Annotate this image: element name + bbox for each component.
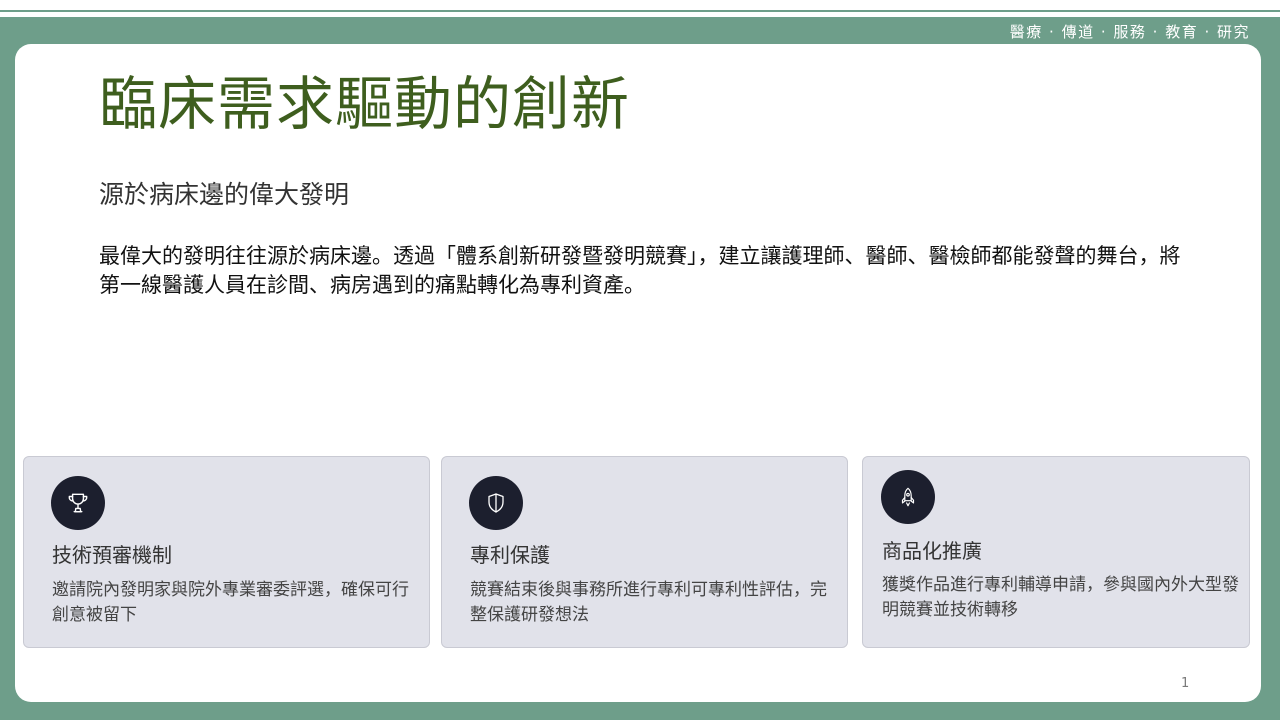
header-tagline: 醫療 · 傳道 · 服務 · 教育 · 研究 <box>1009 23 1250 41</box>
card-title: 商品化推廣 <box>882 539 982 563</box>
shield-icon <box>469 476 523 530</box>
trophy-icon <box>51 476 105 530</box>
card-description: 獲獎作品進行專利輔導申請，參與國內外大型發明競賽並技術轉移 <box>882 575 1239 620</box>
top-band <box>0 0 1280 17</box>
slide-title: 臨床需求驅動的創新 <box>99 70 631 138</box>
card-description: 競賽結束後與事務所進行專利可專利性評估，完整保護研發想法 <box>470 580 827 625</box>
feature-card-review: 技術預審機制 邀請院內發明家與院外專業審委評選，確保可行創意被留下 <box>23 456 430 648</box>
slide-body: 最偉大的發明往往源於病床邊。透過「體系創新研發暨發明競賽」，建立讓護理師、醫師、… <box>99 244 1181 297</box>
rocket-icon <box>881 470 935 524</box>
feature-card-patent: 專利保護 競賽結束後與事務所進行專利可專利性評估，完整保護研發想法 <box>441 456 848 648</box>
card-description: 邀請院內發明家與院外專業審委評選，確保可行創意被留下 <box>52 580 409 625</box>
slide-subtitle: 源於病床邊的偉大發明 <box>99 180 350 209</box>
card-title: 技術預審機制 <box>52 543 172 567</box>
top-rule <box>0 10 1280 12</box>
slide-panel: 臨床需求驅動的創新 源於病床邊的偉大發明 最偉大的發明往往源於病床邊。透過「體系… <box>15 44 1261 702</box>
feature-card-commercialization: 商品化推廣 獲獎作品進行專利輔導申請，參與國內外大型發明競賽並技術轉移 <box>862 456 1250 648</box>
card-title: 專利保護 <box>470 543 550 567</box>
page-number: 1 <box>1181 676 1190 691</box>
